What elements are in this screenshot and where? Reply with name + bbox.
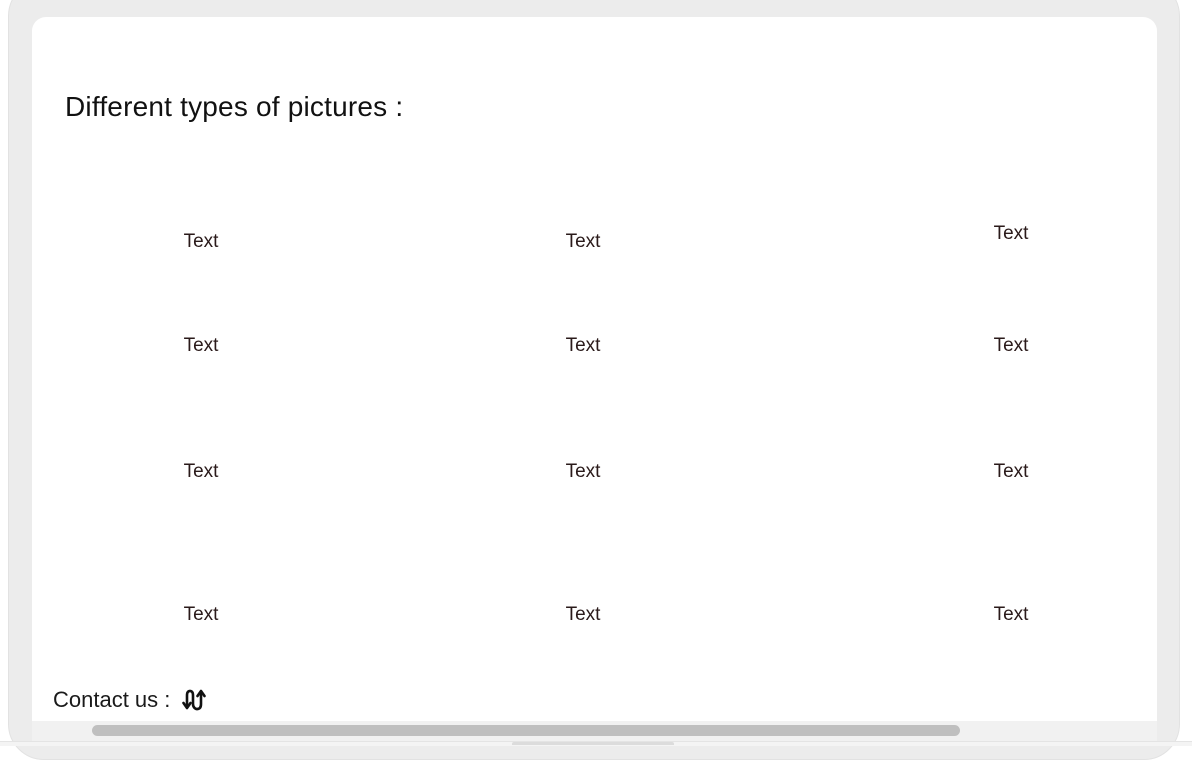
gallery-item-text: Text — [183, 604, 219, 625]
gallery-item-text: Text — [183, 335, 219, 356]
gallery-item-text: Text — [183, 231, 219, 252]
app-screen: Different types of pictures : Text Text … — [32, 17, 1157, 721]
gallery-item-text: Text — [565, 231, 601, 252]
gallery-item-text: Text — [565, 335, 601, 356]
page-title: Different types of pictures : — [65, 91, 404, 122]
gallery-item-text: Text — [993, 604, 1029, 625]
gallery-item-text: Text — [565, 461, 601, 482]
gallery-item-text: Text — [565, 604, 601, 625]
swap-vertical-icon[interactable] — [182, 687, 208, 713]
horizontal-scrollbar[interactable] — [32, 721, 1157, 741]
contact-row: Contact us : — [53, 687, 208, 713]
gallery-item-text: Text — [993, 461, 1029, 482]
horizontal-scrollbar-thumb[interactable] — [92, 725, 960, 736]
gallery-item-text: Text — [993, 335, 1029, 356]
gallery-item-text: Text — [993, 223, 1029, 244]
contact-label: Contact us : — [53, 687, 171, 712]
gallery-item-text: Text — [183, 461, 219, 482]
